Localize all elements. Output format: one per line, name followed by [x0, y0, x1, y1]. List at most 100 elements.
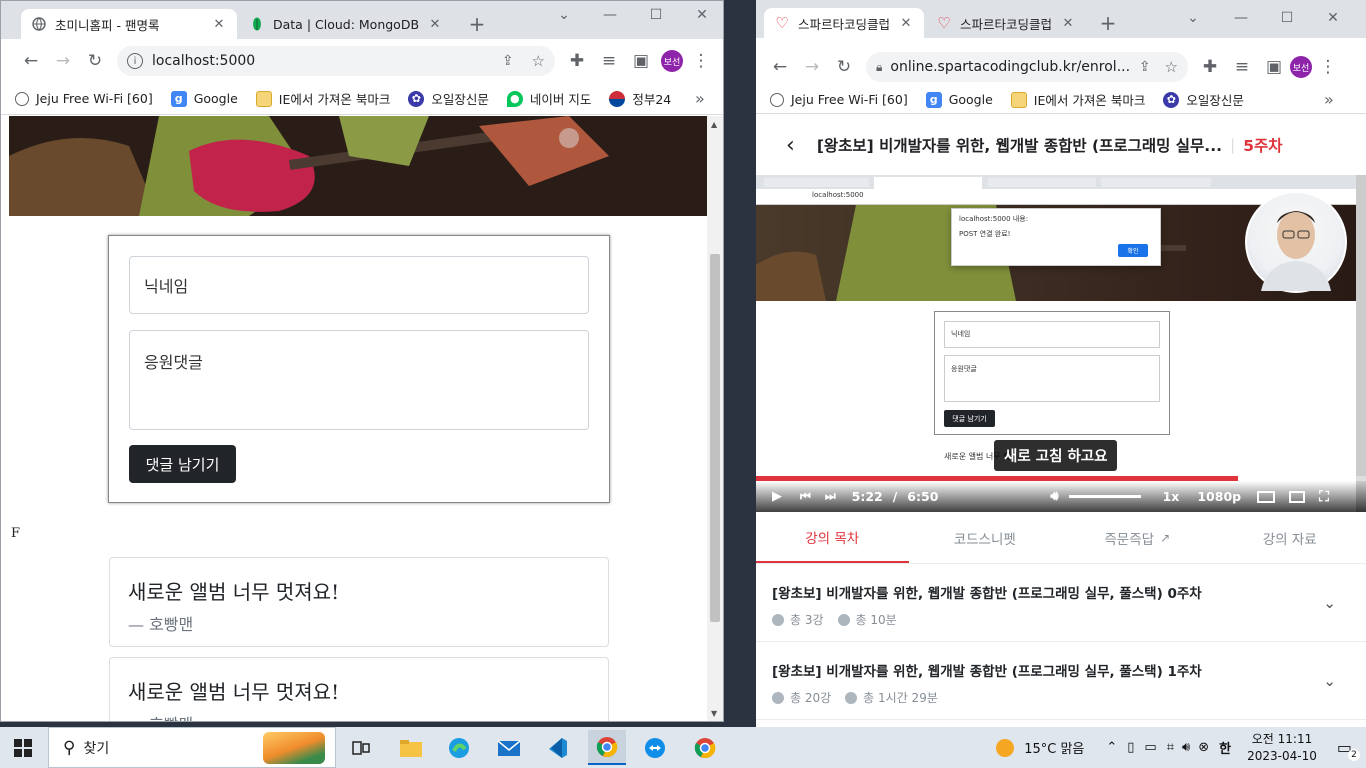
quality-button[interactable]: 1080p — [1197, 489, 1241, 504]
new-tab-button[interactable]: + — [463, 11, 491, 37]
bookmark-google[interactable]: g Google — [170, 90, 238, 107]
new-tab-button[interactable]: + — [1094, 10, 1122, 36]
more-bookmarks-icon[interactable]: » — [1324, 90, 1334, 109]
taskbar-search-box[interactable]: ⚲ 찾기 — [48, 727, 336, 768]
mute-x-icon[interactable]: ⊗ — [1198, 740, 1209, 755]
side-panel-icon[interactable]: ▣ — [1258, 51, 1290, 83]
clock[interactable]: 오전 11:11 2023-04-10 — [1247, 731, 1317, 765]
comment-textarea[interactable]: 응원댓글 — [129, 330, 589, 430]
edge-icon[interactable] — [444, 733, 474, 763]
speed-button[interactable]: 1x — [1163, 489, 1180, 504]
battery-icon[interactable]: ▭ — [1144, 740, 1156, 755]
bookmark-jeju-wifi[interactable]: Jeju Free Wi-Fi [60] — [770, 92, 908, 107]
scrollbar-thumb[interactable] — [710, 254, 720, 622]
play-icon[interactable]: ▶ — [772, 489, 782, 504]
forward-icon[interactable]: → — [796, 51, 828, 83]
reading-list-icon[interactable]: ≡ — [593, 45, 625, 77]
sun-weather-icon[interactable] — [996, 738, 1015, 757]
submit-comment-button[interactable]: 댓글 남기기 — [129, 445, 236, 483]
bookmark-google[interactable]: g Google — [925, 91, 993, 108]
tab-qna[interactable]: 즉문즉답 ↗ — [1061, 512, 1214, 563]
reload-icon[interactable]: ↻ — [828, 51, 860, 83]
mail-icon[interactable] — [494, 733, 524, 763]
close-tab-icon[interactable]: ✕ — [211, 17, 227, 32]
bookmark-oiljang[interactable]: ✿ 오일장신문 — [408, 89, 489, 108]
vscode-icon[interactable] — [542, 733, 572, 763]
address-bar[interactable]: 🔒︎ online.spartacodingclub.kr/enrol... ⇪… — [866, 52, 1188, 82]
tab-search-icon[interactable]: ⌄ — [549, 7, 579, 23]
task-view-icon[interactable] — [346, 733, 376, 763]
scroll-up-arrow[interactable]: ▲ — [711, 120, 717, 129]
volume-icon[interactable]: 🔊︎ — [1050, 489, 1058, 504]
side-panel-icon[interactable]: ▣ — [625, 45, 657, 77]
chapter-item[interactable]: [왕초보] 비개발자를 위한, 웹개발 종합반 (프로그래밍 실무, 풀스택) … — [756, 564, 1366, 642]
meet-now-icon[interactable]: ▯ — [1127, 740, 1134, 755]
minimize-button[interactable]: — — [1226, 10, 1256, 26]
close-tab-icon[interactable]: ✕ — [898, 16, 914, 31]
close-window-button[interactable]: ✕ — [1318, 10, 1348, 26]
close-tab-icon[interactable]: ✕ — [427, 17, 443, 32]
share-icon[interactable]: ⇪ — [1139, 59, 1151, 75]
scroll-down-arrow[interactable]: ▼ — [711, 709, 717, 718]
more-bookmarks-icon[interactable]: » — [695, 89, 705, 108]
reload-icon[interactable]: ↻ — [79, 45, 111, 77]
bookmark-ie-folder[interactable]: IE에서 가져온 북마크 — [255, 89, 390, 108]
tab-fan-guestbook[interactable]: 초미니홈피 - 팬명록 ✕ — [21, 9, 237, 39]
tab-code-snippet[interactable]: 코드스니펫 — [909, 512, 1062, 563]
volume-slider[interactable] — [1068, 495, 1141, 498]
address-bar[interactable]: i localhost:5000 ⇪ ☆ — [117, 46, 555, 76]
volume-tray-icon[interactable]: 🔊︎ — [1182, 740, 1190, 755]
pip-icon[interactable] — [1289, 490, 1306, 503]
menu-dots-icon[interactable]: ⋮ — [685, 45, 717, 77]
bookmark-star-icon[interactable]: ☆ — [1165, 58, 1178, 76]
chrome-profile-icon[interactable] — [690, 733, 720, 763]
minimize-button[interactable]: — — [595, 7, 625, 23]
tab-sparta-1[interactable]: ♡ 스파르타코딩클럽 ✕ — [764, 8, 924, 38]
chrome-taskbar-icon[interactable] — [588, 730, 626, 765]
back-icon[interactable]: ← — [15, 45, 47, 77]
forward-icon[interactable]: → — [47, 45, 79, 77]
nickname-input[interactable]: 닉네임 — [129, 256, 589, 314]
bookmark-jeju-wifi[interactable]: Jeju Free Wi-Fi [60] — [15, 91, 153, 106]
extensions-icon[interactable]: ✚ — [561, 45, 593, 77]
back-chevron-icon[interactable]: ‹ — [786, 133, 795, 158]
chevron-down-icon[interactable]: ⌄ — [1323, 672, 1336, 690]
reading-list-icon[interactable]: ≡ — [1226, 51, 1258, 83]
page-scrollbar[interactable]: ▲ ▼ — [707, 116, 723, 721]
bookmark-naver-map[interactable]: ● 네이버 지도 — [506, 89, 591, 108]
profile-avatar[interactable]: 보선 — [661, 50, 683, 72]
network-icon[interactable]: ⌗ — [1167, 740, 1174, 755]
bookmark-oiljang[interactable]: ✿ 오일장신문 — [1163, 90, 1244, 109]
chapter-item[interactable]: [왕초보] 비개발자를 위한, 웹개발 종합반 (프로그래밍 실무, 풀스택) … — [756, 642, 1366, 720]
next-icon[interactable]: ⏭︎ — [825, 489, 836, 504]
teamviewer-icon[interactable] — [640, 733, 670, 763]
video-player[interactable]: localhost:5000 닉네임 응원댓글 댓글 남기기 새로운 앨범 너무… — [756, 175, 1366, 512]
maximize-button[interactable]: ☐ — [641, 7, 671, 23]
back-icon[interactable]: ← — [764, 51, 796, 83]
captions-icon[interactable] — [1257, 490, 1276, 503]
tab-mongodb[interactable]: Data | Cloud: MongoDB Clo ✕ — [239, 9, 453, 39]
maximize-button[interactable]: ☐ — [1272, 10, 1302, 26]
tab-materials[interactable]: 강의 자료 — [1214, 512, 1366, 563]
close-tab-icon[interactable]: ✕ — [1060, 16, 1076, 31]
ime-indicator[interactable]: 한 — [1219, 738, 1231, 757]
file-explorer-icon[interactable] — [396, 733, 426, 763]
profile-avatar[interactable]: 보선 — [1290, 56, 1312, 78]
windows-start-icon[interactable] — [14, 739, 32, 761]
tab-sparta-2[interactable]: ♡ 스파르타코딩클럽 ✕ — [926, 8, 1086, 38]
tray-overflow-icon[interactable]: ⌃ — [1106, 740, 1117, 755]
fullscreen-icon[interactable]: ⛶ — [1319, 489, 1329, 505]
notification-center[interactable]: ▭ 2 — [1337, 738, 1360, 761]
tab-search-icon[interactable]: ⌄ — [1178, 10, 1208, 26]
bookmark-star-icon[interactable]: ☆ — [532, 52, 545, 70]
weather-text[interactable]: 15°C 맑음 — [1024, 738, 1084, 757]
previous-icon[interactable]: ⏮︎ — [800, 489, 811, 504]
bookmark-gov24[interactable]: 정부24 — [609, 89, 671, 108]
extensions-icon[interactable]: ✚ — [1194, 51, 1226, 83]
bookmark-ie-folder[interactable]: IE에서 가져온 북마크 — [1010, 90, 1145, 109]
share-icon[interactable]: ⇪ — [502, 53, 514, 69]
tab-curriculum[interactable]: 강의 목차 — [756, 512, 909, 563]
close-window-button[interactable]: ✕ — [687, 7, 717, 23]
menu-dots-icon[interactable]: ⋮ — [1312, 51, 1344, 83]
chevron-down-icon[interactable]: ⌄ — [1323, 594, 1336, 612]
